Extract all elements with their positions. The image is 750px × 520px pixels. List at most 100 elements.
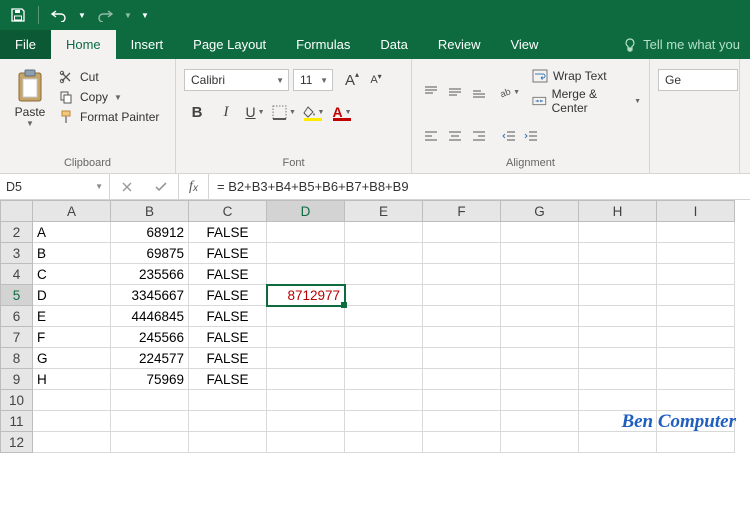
column-header[interactable]: D <box>267 201 345 222</box>
font-color-button[interactable]: A ▼ <box>329 101 355 123</box>
cell[interactable] <box>423 264 501 285</box>
align-top-button[interactable] <box>420 81 442 103</box>
merge-center-button[interactable]: Merge & Center ▼ <box>532 87 641 115</box>
tab-formulas[interactable]: Formulas <box>281 30 365 59</box>
cell[interactable]: G <box>33 348 111 369</box>
cell[interactable] <box>267 222 345 243</box>
row-header[interactable]: 5 <box>1 285 33 306</box>
tell-me-search[interactable]: Tell me what you <box>613 30 750 59</box>
borders-button[interactable]: ▼ <box>271 101 297 123</box>
cut-button[interactable]: Cut <box>58 69 159 85</box>
wrap-text-button[interactable]: Wrap Text <box>532 69 641 83</box>
save-button[interactable] <box>6 3 30 27</box>
cell[interactable]: 224577 <box>111 348 189 369</box>
format-painter-button[interactable]: Format Painter <box>58 109 159 125</box>
tab-file[interactable]: File <box>0 30 51 59</box>
cell[interactable] <box>267 411 345 432</box>
underline-button[interactable]: U▼ <box>242 101 268 123</box>
row-header[interactable]: 9 <box>1 369 33 390</box>
decrease-font-button[interactable]: A▾ <box>365 69 387 91</box>
align-center-button[interactable] <box>444 125 466 147</box>
column-header[interactable]: H <box>579 201 657 222</box>
cell[interactable] <box>501 327 579 348</box>
cell[interactable]: 235566 <box>111 264 189 285</box>
formula-bar[interactable]: = B2+B3+B4+B5+B6+B7+B8+B9 <box>209 174 750 199</box>
cell[interactable] <box>579 243 657 264</box>
cell[interactable] <box>579 306 657 327</box>
cell[interactable] <box>423 306 501 327</box>
row-header[interactable]: 2 <box>1 222 33 243</box>
cell[interactable] <box>189 432 267 453</box>
cell[interactable] <box>33 411 111 432</box>
cell[interactable]: A <box>33 222 111 243</box>
row-header[interactable]: 10 <box>1 390 33 411</box>
cell[interactable] <box>267 432 345 453</box>
column-header[interactable]: G <box>501 201 579 222</box>
increase-font-button[interactable]: A▴ <box>341 69 363 91</box>
cell[interactable] <box>423 327 501 348</box>
cell[interactable] <box>423 432 501 453</box>
cell[interactable]: 75969 <box>111 369 189 390</box>
cell[interactable]: FALSE <box>189 243 267 264</box>
tab-data[interactable]: Data <box>365 30 422 59</box>
column-header[interactable]: C <box>189 201 267 222</box>
cell[interactable] <box>267 348 345 369</box>
cell[interactable]: E <box>33 306 111 327</box>
cell[interactable] <box>111 432 189 453</box>
cell[interactable] <box>267 369 345 390</box>
font-name-combo[interactable]: Calibri▼ <box>184 69 289 91</box>
align-middle-button[interactable] <box>444 81 466 103</box>
cell[interactable] <box>33 432 111 453</box>
cell[interactable] <box>345 306 423 327</box>
cell[interactable]: 69875 <box>111 243 189 264</box>
cell[interactable] <box>657 306 735 327</box>
cell[interactable] <box>501 390 579 411</box>
cell[interactable] <box>345 369 423 390</box>
italic-button[interactable]: I <box>213 101 239 123</box>
font-size-combo[interactable]: 11▼ <box>293 69 333 91</box>
cell[interactable] <box>501 306 579 327</box>
cell[interactable] <box>423 285 501 306</box>
row-header[interactable]: 3 <box>1 243 33 264</box>
row-header[interactable]: 12 <box>1 432 33 453</box>
cell[interactable]: 3345667 <box>111 285 189 306</box>
cell[interactable] <box>579 348 657 369</box>
cell[interactable] <box>501 222 579 243</box>
cell[interactable] <box>579 390 657 411</box>
cell[interactable] <box>579 222 657 243</box>
cell[interactable] <box>345 285 423 306</box>
cell[interactable]: FALSE <box>189 327 267 348</box>
enter-formula-button[interactable] <box>144 181 178 193</box>
cell[interactable] <box>345 264 423 285</box>
cell[interactable]: F <box>33 327 111 348</box>
fx-icon[interactable]: fx <box>179 174 209 199</box>
cell[interactable] <box>657 264 735 285</box>
cell[interactable]: FALSE <box>189 306 267 327</box>
cell[interactable] <box>345 327 423 348</box>
redo-dropdown[interactable]: ▼ <box>122 3 134 27</box>
column-header[interactable]: A <box>33 201 111 222</box>
cell[interactable] <box>423 369 501 390</box>
align-left-button[interactable] <box>420 125 442 147</box>
cell[interactable] <box>423 222 501 243</box>
tab-page-layout[interactable]: Page Layout <box>178 30 281 59</box>
cell[interactable] <box>579 285 657 306</box>
cell[interactable]: 68912 <box>111 222 189 243</box>
cell[interactable] <box>579 264 657 285</box>
cell[interactable] <box>345 432 423 453</box>
qat-customize[interactable]: ▼ <box>139 3 151 27</box>
cell[interactable]: B <box>33 243 111 264</box>
cell[interactable] <box>501 369 579 390</box>
cell[interactable] <box>423 411 501 432</box>
cell[interactable] <box>501 348 579 369</box>
column-header[interactable]: F <box>423 201 501 222</box>
cell[interactable]: 8712977 <box>267 285 345 306</box>
cell[interactable] <box>33 390 111 411</box>
cell[interactable] <box>579 369 657 390</box>
cell[interactable]: C <box>33 264 111 285</box>
fill-color-button[interactable]: ▼ <box>300 101 326 123</box>
bold-button[interactable]: B <box>184 101 210 123</box>
row-header[interactable]: 6 <box>1 306 33 327</box>
decrease-indent-button[interactable] <box>498 125 520 147</box>
cell[interactable] <box>657 222 735 243</box>
